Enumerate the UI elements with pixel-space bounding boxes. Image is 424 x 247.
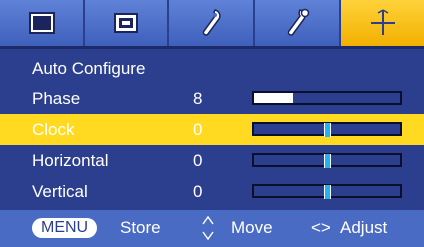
menu-item-label: Clock [32,120,75,139]
updown-arrows-icon [202,215,214,241]
slider-thumb[interactable] [324,185,331,199]
horizontal-slider[interactable] [252,153,402,168]
menu-item-horizontal[interactable]: Horizontal 0 [0,145,424,176]
menu-item-label: Horizontal [32,151,109,170]
screen-icon [114,13,138,33]
wrench-option-icon [287,8,310,36]
menu-item-value: 0 [193,151,203,170]
menu-item-label: Phase [32,89,81,108]
tab-screen[interactable] [85,0,169,46]
menu-item-vertical[interactable]: Vertical 0 [0,176,424,207]
menu-item-value: 8 [193,89,203,108]
phase-slider[interactable] [252,91,402,105]
menu-item-label: Vertical [32,182,88,201]
slider-thumb[interactable] [324,123,331,137]
slider-thumb[interactable] [324,154,331,168]
tab-divider [0,46,424,49]
crosshair-icon [370,9,395,35]
menu-item-phase[interactable]: Phase 8 [0,83,424,114]
store-label: Store [120,218,161,237]
tab-options[interactable] [169,0,255,46]
tab-strip [0,0,424,49]
move-label: Move [231,218,273,237]
footer-help-bar: MENU Store Move <> Adjust [0,210,424,247]
vertical-slider[interactable] [252,184,402,199]
tab-picture[interactable] [0,0,85,46]
menu-item-auto-configure[interactable]: Auto Configure [0,53,424,84]
tab-adjust[interactable] [341,0,424,46]
picture-icon [28,12,55,34]
menu-item-clock[interactable]: Clock 0 [0,114,424,145]
leftright-arrows-icon: <> [311,218,331,237]
menu-item-value: 0 [193,182,203,201]
menu-item-value: 0 [193,120,203,139]
osd-menu: Auto Configure Phase 8 Clock 0 Horizonta… [0,0,424,247]
adjust-label: Adjust [340,218,388,237]
slider-fill [254,93,294,103]
wrench-icon [202,9,221,36]
clock-slider[interactable] [252,122,402,137]
tab-options-2[interactable] [255,0,341,46]
menu-item-label: Auto Configure [32,59,146,78]
menu-key-badge: MENU [32,218,98,238]
